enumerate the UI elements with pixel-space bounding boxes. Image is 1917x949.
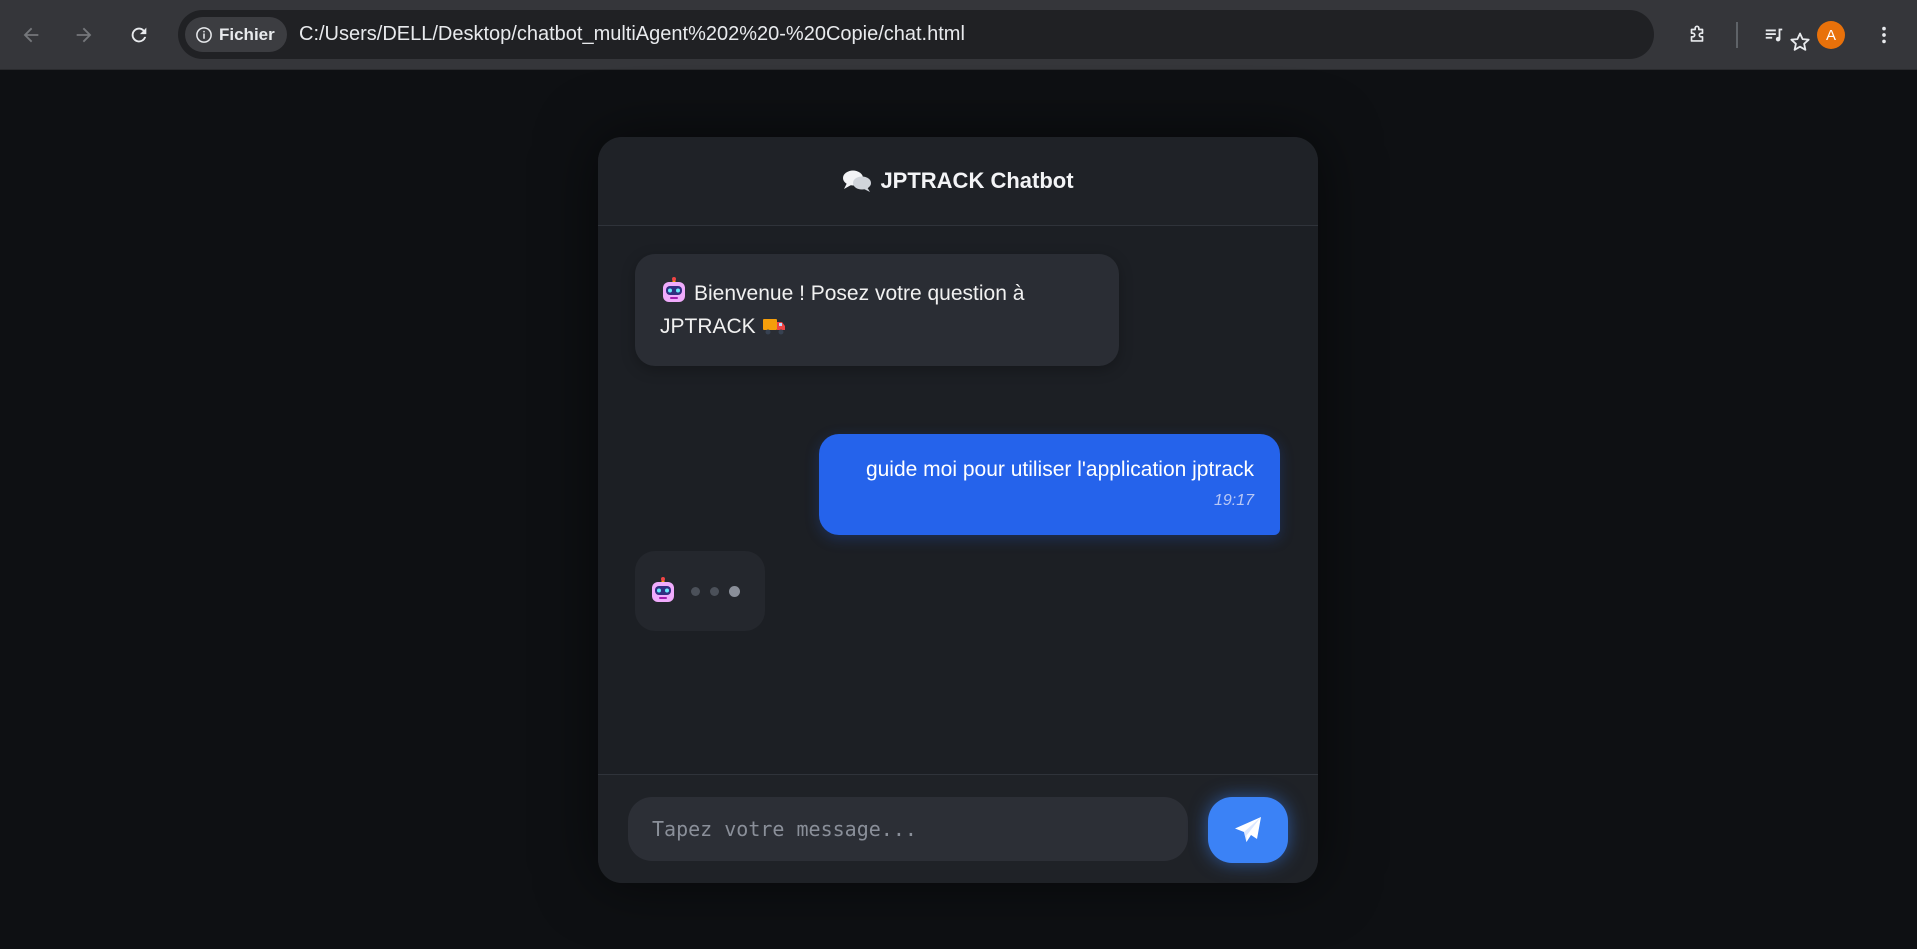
send-button[interactable] [1208,797,1288,863]
url-text[interactable]: C:/Users/DELL/Desktop/chatbot_multiAgent… [299,10,965,59]
queue-music-icon [1765,28,1783,42]
media-control-button[interactable] [1754,15,1794,55]
robot-icon [652,577,674,602]
chat-header: JPTRACK Chatbot [598,137,1318,226]
site-info-chip[interactable]: Fichier [185,17,287,52]
arrow-right-icon [76,27,92,43]
puzzle-icon [1690,25,1704,42]
reload-icon [131,27,147,43]
chat-title: JPTRACK Chatbot [880,168,1074,193]
profile-avatar[interactable]: A [1817,21,1845,49]
extensions-button[interactable] [1677,15,1717,55]
user-message-text: guide moi pour utiliser l'application jp… [865,458,1254,481]
bot-message-line1: Bienvenue ! Posez votre question à [694,282,1025,305]
typing-dot [710,586,719,596]
paper-plane-icon [1235,817,1261,842]
back-button[interactable] [11,15,51,55]
typing-dot [691,586,700,596]
robot-icon [663,277,685,302]
address-bar[interactable]: Fichier C:/Users/DELL/Desktop/chatbot_mu… [178,10,1810,59]
forward-button[interactable] [64,15,104,55]
browser-menu-button[interactable] [1864,15,1904,55]
typing-indicator [635,551,765,631]
typing-dot [729,585,740,597]
bot-message: Bienvenue ! Posez votre question à JPTRA… [635,254,1119,366]
chat-card: JPTRACK Chatbot Bienvenue ! Posez votre … [598,137,1318,883]
toolbar-separator [1736,22,1738,48]
user-message: guide moi pour utiliser l'application jp… [819,434,1280,535]
reload-button[interactable] [119,15,159,55]
more-vert-icon [1882,26,1886,44]
comments-icon [843,170,872,192]
browser-toolbar: Fichier C:/Users/DELL/Desktop/chatbot_mu… [0,0,1917,70]
message-timestamp: 19:17 [1213,492,1254,509]
delivery-truck-icon [762,319,785,335]
chat-footer [598,774,1318,883]
message-input[interactable] [628,797,1188,861]
site-info-label: Fichier [219,24,275,44]
info-icon [196,26,212,43]
bot-message-line2: JPTRACK [660,315,756,338]
arrow-left-icon [23,27,39,43]
